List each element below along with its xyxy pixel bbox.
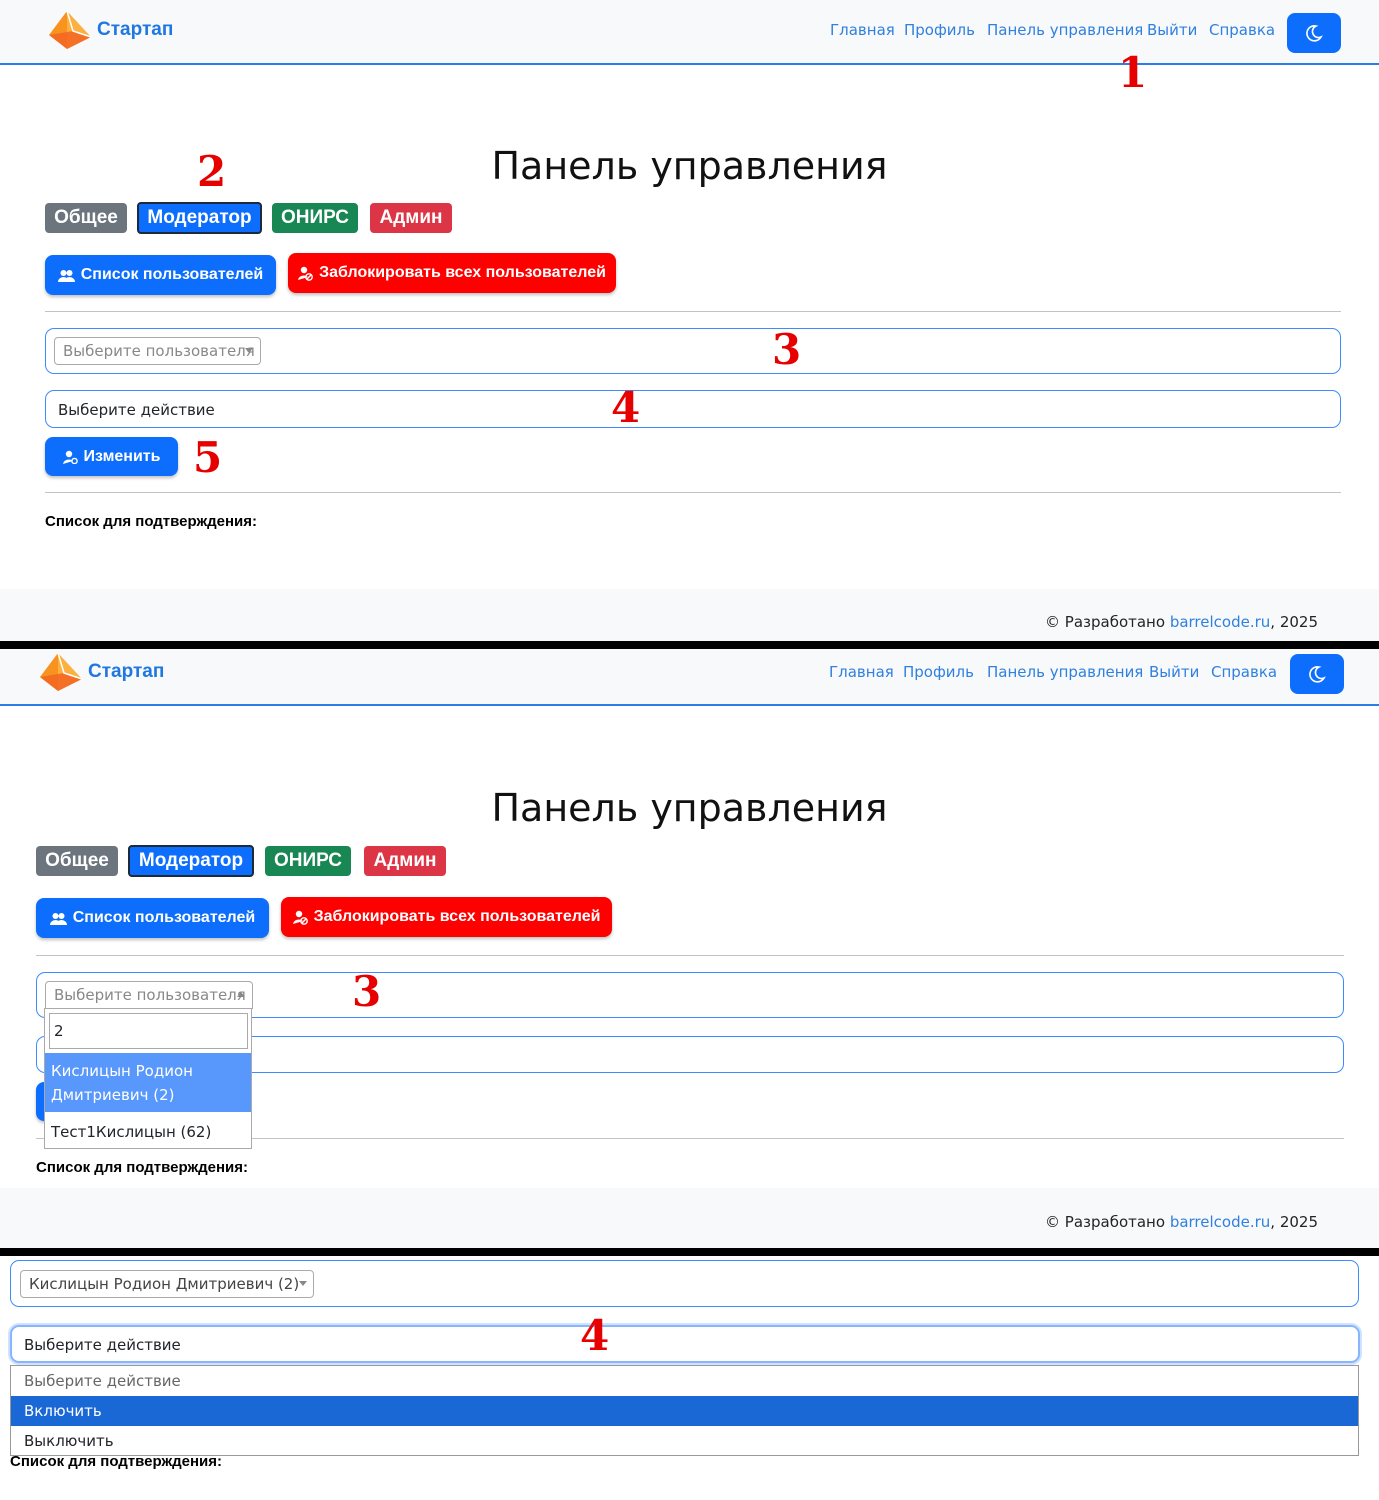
footer: © Разработано barrelcode.ru, 2025 — [0, 1188, 1379, 1248]
footer-text: © Разработано barrelcode.ru, 2025 — [1045, 1213, 1318, 1231]
tab-general[interactable]: Общее — [45, 203, 127, 233]
user-list-button[interactable]: Список пользователей — [45, 255, 276, 295]
navbar: Стартап Главная Профиль Панель управлени… — [0, 649, 1379, 706]
footer-prefix: © Разработано — [1045, 1213, 1170, 1231]
chevron-down-icon — [299, 1281, 307, 1286]
theme-toggle-button[interactable] — [1287, 13, 1341, 53]
user-gear-icon — [62, 450, 78, 464]
footer-text: © Разработано barrelcode.ru, 2025 — [1045, 613, 1318, 631]
tab-onirs[interactable]: ОНИРС — [265, 846, 351, 876]
block-all-button[interactable]: Заблокировать всех пользователей — [288, 253, 616, 293]
user-list-label: Список пользователей — [72, 909, 256, 926]
nav-link-profile[interactable]: Профиль — [904, 21, 975, 39]
user-search-input[interactable]: 2 — [49, 1013, 248, 1049]
screenshot-separator — [0, 641, 1379, 649]
block-all-button[interactable]: Заблокировать всех пользователей — [281, 897, 612, 937]
tab-moderator[interactable]: Модератор — [137, 202, 262, 234]
nav-link-control-panel[interactable]: Панель управления — [987, 663, 1143, 681]
chevron-up-icon — [237, 992, 245, 997]
block-all-label: Заблокировать всех пользователей — [313, 908, 601, 925]
divider — [36, 955, 1344, 956]
marker-4: 4 — [611, 383, 641, 432]
user-block-icon — [292, 910, 308, 925]
action-options-list: Выберите действие Включить Выключить — [10, 1365, 1359, 1456]
footer-link[interactable]: barrelcode.ru — [1170, 613, 1270, 631]
footer-suffix: , 2025 — [1270, 1213, 1318, 1231]
tab-onirs[interactable]: ОНИРС — [272, 203, 358, 233]
brand[interactable]: Стартап — [47, 9, 173, 51]
nav-link-profile[interactable]: Профиль — [903, 663, 974, 681]
user-block-icon — [298, 266, 313, 281]
tab-moderator[interactable]: Модератор — [128, 845, 254, 877]
user-select-placeholder: Выберите пользователя — [63, 342, 255, 360]
change-label: Изменить — [83, 447, 161, 465]
user-select-dropdown: 2 Кислицын Родион Дмитриевич (2) Тест1Ки… — [44, 1008, 252, 1149]
moon-icon — [1306, 25, 1323, 42]
nav-link-control-panel[interactable]: Панель управления — [987, 21, 1143, 39]
page-title: Панель управления — [491, 786, 888, 830]
user-select-placeholder: Выберите пользователя — [54, 986, 246, 1004]
block-all-label: Заблокировать всех пользователей — [319, 264, 606, 281]
nav-link-home[interactable]: Главная — [829, 663, 894, 681]
change-button[interactable]: Изменить — [45, 437, 178, 476]
nav-link-logout[interactable]: Выйти — [1149, 663, 1199, 681]
action-option[interactable]: Выберите действие — [11, 1366, 1358, 1396]
marker-1: 1 — [1118, 48, 1148, 97]
action-option[interactable]: Выключить — [11, 1426, 1358, 1456]
divider — [45, 311, 1341, 312]
divider — [45, 492, 1341, 493]
user-select-frame: Кислицын Родион Дмитриевич (2) — [10, 1260, 1359, 1307]
logo-icon — [40, 652, 83, 691]
confirm-list-label: Список для подтверждения: — [36, 1159, 249, 1176]
theme-toggle-button[interactable] — [1290, 654, 1344, 694]
footer: © Разработано barrelcode.ru, 2025 — [0, 589, 1379, 641]
user-select[interactable]: Кислицын Родион Дмитриевич (2) — [20, 1270, 314, 1298]
user-select-value: Кислицын Родион Дмитриевич (2) — [29, 1275, 300, 1293]
user-option[interactable]: Тест1Кислицын (62) — [45, 1118, 251, 1148]
action-option[interactable]: Включить — [11, 1396, 1358, 1426]
user-list-button[interactable]: Список пользователей — [36, 898, 269, 938]
user-select-frame: Выберите пользователя — [45, 328, 1341, 374]
footer-prefix: © Разработано — [1045, 613, 1170, 631]
marker-4: 4 — [580, 1311, 610, 1360]
brand-name: Стартап — [88, 661, 165, 682]
confirm-list-label: Список для подтверждения: — [45, 513, 258, 530]
tab-admin[interactable]: Админ — [364, 846, 446, 876]
users-icon — [49, 912, 67, 925]
user-select[interactable]: Выберите пользователя — [45, 981, 253, 1009]
brand-name: Стартап — [97, 19, 174, 40]
user-option[interactable]: Кислицын Родион Дмитриевич (2) — [45, 1053, 251, 1112]
nav-link-help[interactable]: Справка — [1211, 663, 1277, 681]
user-list-label: Список пользователей — [80, 266, 264, 283]
nav-link-home[interactable]: Главная — [830, 21, 895, 39]
tab-admin[interactable]: Админ — [370, 203, 452, 233]
nav-link-logout[interactable]: Выйти — [1147, 21, 1197, 39]
marker-2: 2 — [197, 147, 227, 196]
users-icon — [57, 269, 75, 282]
action-select-value: Выберите действие — [24, 1336, 181, 1354]
action-select[interactable]: Выберите действие — [45, 390, 1341, 428]
marker-3: 3 — [352, 967, 382, 1016]
footer-suffix: , 2025 — [1270, 613, 1318, 631]
moon-icon — [1309, 666, 1326, 683]
action-select-value: Выберите действие — [58, 401, 215, 419]
logo-icon — [49, 10, 92, 49]
action-select[interactable]: Выберите действие — [10, 1325, 1360, 1363]
nav-link-help[interactable]: Справка — [1209, 21, 1275, 39]
marker-5: 5 — [193, 433, 223, 482]
marker-3: 3 — [772, 325, 802, 374]
tab-general[interactable]: Общее — [36, 846, 118, 876]
footer-link[interactable]: barrelcode.ru — [1170, 1213, 1270, 1231]
confirm-list-label: Список для подтверждения: — [10, 1453, 223, 1470]
user-select[interactable]: Выберите пользователя — [54, 337, 261, 365]
navbar: Стартап Главная Профиль Панель управлени… — [0, 0, 1379, 65]
chevron-down-icon — [245, 348, 253, 353]
brand[interactable]: Стартап — [38, 651, 164, 693]
screenshot-separator — [0, 1248, 1379, 1256]
